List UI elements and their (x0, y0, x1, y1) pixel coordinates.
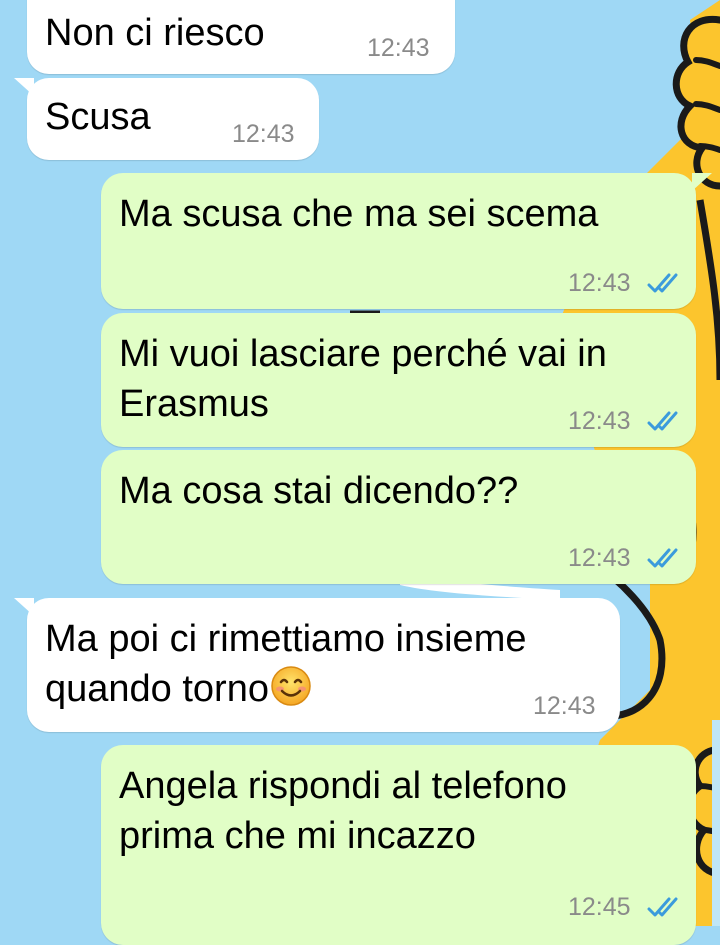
smiling-face-emoji-icon (271, 666, 311, 706)
message-text: Ma scusa che ma sei scema (119, 193, 599, 235)
message-timestamp: 12:43 (568, 269, 631, 297)
message-bubble[interactable]: Mi vuoi lasciare perché vai in Erasmus 1… (101, 313, 696, 447)
message-text: Ma cosa stai dicendo?? (119, 470, 519, 512)
message-bubble[interactable]: Scusa 12:43 (27, 78, 319, 160)
message-text: Ma poi ci rimettiamo insieme (45, 618, 527, 660)
message-timestamp: 12:43 (568, 407, 631, 435)
read-receipt-icon (647, 411, 678, 431)
message-bubble[interactable]: Non ci riesco 12:43 (27, 0, 455, 74)
message-timestamp: 12:43 (533, 692, 596, 720)
read-receipt-icon (647, 548, 678, 568)
message-text: Non ci riesco (45, 12, 265, 54)
message-text: Scusa (45, 96, 151, 138)
message-timestamp: 12:43 (568, 544, 631, 572)
message-text: Angela rispondi al telefono (119, 765, 567, 807)
read-receipt-icon (647, 897, 678, 917)
read-receipt-icon (647, 273, 678, 293)
message-text: prima che mi incazzo (119, 815, 476, 857)
message-text: Erasmus (119, 383, 269, 425)
message-timestamp: 12:45 (568, 893, 631, 921)
message-text-line: quando torno (45, 664, 312, 714)
message-bubble[interactable]: Ma cosa stai dicendo?? 12:43 (101, 450, 696, 584)
message-text: Mi vuoi lasciare perché vai in (119, 333, 607, 375)
message-text: quando torno (45, 668, 269, 710)
message-bubble[interactable]: Angela rispondi al telefono prima che mi… (101, 745, 696, 945)
message-bubble[interactable]: Ma scusa che ma sei scema 12:43 (101, 173, 696, 309)
message-bubble[interactable]: Ma poi ci rimettiamo insieme quando torn… (27, 598, 620, 732)
message-timestamp: 12:43 (367, 34, 430, 62)
message-timestamp: 12:43 (232, 120, 295, 148)
